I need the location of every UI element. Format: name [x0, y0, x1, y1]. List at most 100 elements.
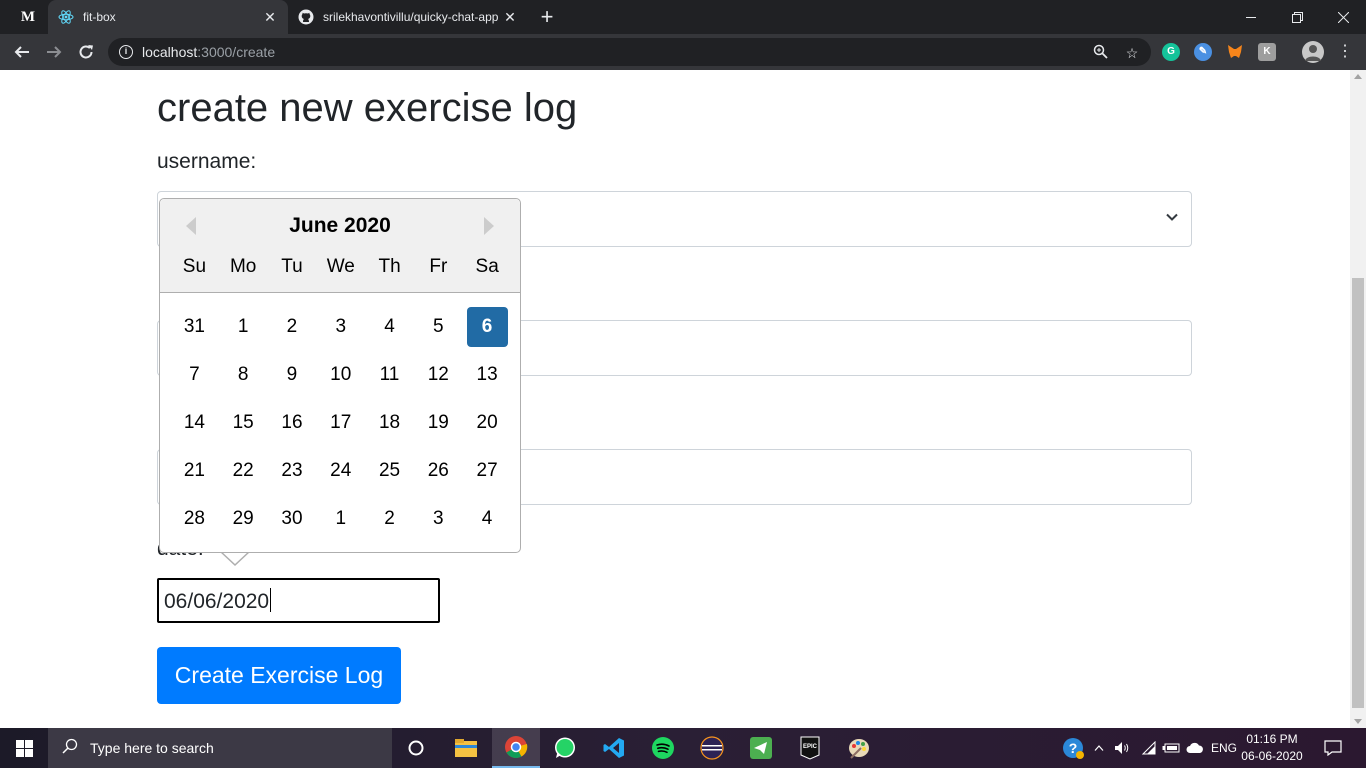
windows-logo-icon: [15, 739, 33, 757]
calendar-day[interactable]: 15: [223, 403, 264, 443]
page-scrollbar[interactable]: [1350, 70, 1366, 728]
notifications-icon[interactable]: [1320, 728, 1346, 768]
input-language[interactable]: ENG: [1208, 728, 1240, 768]
info-icon[interactable]: i: [119, 45, 133, 59]
battery-icon[interactable]: [1160, 728, 1182, 768]
calendar-day[interactable]: 3: [418, 499, 459, 539]
calendar-day[interactable]: 17: [320, 403, 361, 443]
chrome-taskbar-button[interactable]: [492, 728, 540, 768]
calendar-day[interactable]: 18: [369, 403, 410, 443]
calendar-day[interactable]: 21: [174, 451, 215, 491]
url-text: localhost:3000/create: [142, 44, 276, 60]
extension-k-icon[interactable]: K: [1258, 43, 1276, 61]
bookmark-star-icon[interactable]: ☆: [1123, 44, 1141, 62]
calendar-day[interactable]: 27: [467, 451, 508, 491]
epic-games-taskbar-button[interactable]: EPIC: [786, 728, 834, 768]
spotify-taskbar-button[interactable]: [639, 728, 687, 768]
telegram-taskbar-button[interactable]: [737, 728, 785, 768]
back-button[interactable]: [10, 40, 34, 64]
address-bar[interactable]: i localhost:3000/create ☆: [108, 38, 1151, 66]
tab-fit-box[interactable]: fit-box ✕: [48, 0, 288, 34]
create-exercise-log-button[interactable]: Create Exercise Log: [157, 647, 401, 704]
calendar-day[interactable]: 3: [320, 307, 361, 347]
calendar-day[interactable]: 24: [320, 451, 361, 491]
next-month-icon[interactable]: [484, 217, 494, 235]
calendar-day[interactable]: 25: [369, 451, 410, 491]
spotify-icon: [652, 737, 674, 759]
weekday-label: Fr: [429, 256, 448, 277]
calendar-day[interactable]: 22: [223, 451, 264, 491]
reload-button[interactable]: [74, 40, 98, 64]
profile-avatar[interactable]: [1302, 41, 1324, 63]
scrollbar-thumb[interactable]: [1352, 278, 1364, 708]
calendar-day[interactable]: 19: [418, 403, 459, 443]
calendar-day[interactable]: 26: [418, 451, 459, 491]
start-button[interactable]: [0, 728, 48, 768]
calendar-day[interactable]: 30: [271, 499, 312, 539]
weekday-label: Su: [182, 256, 207, 277]
calendar-day[interactable]: 12: [418, 355, 459, 395]
restore-button[interactable]: [1274, 0, 1320, 34]
zoom-icon[interactable]: [1091, 44, 1109, 62]
date-input[interactable]: 06/06/2020: [157, 578, 440, 623]
volume-icon[interactable]: [1112, 728, 1134, 768]
pencil-extension-icon[interactable]: ✎: [1194, 43, 1212, 61]
calendar-day[interactable]: 31: [174, 307, 215, 347]
weekday-label: We: [326, 256, 355, 277]
calendar-day[interactable]: 2: [271, 307, 312, 347]
wifi-icon[interactable]: [1138, 728, 1160, 768]
help-tray-icon[interactable]: ?: [1060, 728, 1086, 768]
calendar-day-selected[interactable]: 6: [466, 307, 508, 347]
calendar-day[interactable]: 29: [223, 499, 264, 539]
calendar-day[interactable]: 14: [174, 403, 215, 443]
forward-button[interactable]: [42, 40, 66, 64]
tab-github[interactable]: srilekhavontivillu/quicky-chat-app ✕: [288, 0, 528, 34]
pinned-tab-medium[interactable]: M: [8, 0, 48, 34]
calendar-day[interactable]: 5: [418, 307, 459, 347]
vscode-taskbar-button[interactable]: [590, 728, 638, 768]
metamask-extension-icon[interactable]: [1226, 43, 1244, 61]
scroll-down-icon[interactable]: [1354, 719, 1362, 724]
file-explorer-button[interactable]: [442, 728, 490, 768]
calendar-day[interactable]: 1: [320, 499, 361, 539]
calendar-day[interactable]: 7: [174, 355, 215, 395]
calendar-day[interactable]: 13: [467, 355, 508, 395]
calendar-day[interactable]: 10: [320, 355, 361, 395]
taskbar-clock[interactable]: 01:16 PM 06-06-2020: [1238, 731, 1306, 765]
calendar-day[interactable]: 28: [174, 499, 215, 539]
windows-taskbar: Type here to search EPIC ? ENG 01:16 PM …: [0, 728, 1366, 768]
whatsapp-taskbar-button[interactable]: [541, 728, 589, 768]
eclipse-taskbar-button[interactable]: [688, 728, 736, 768]
calendar-day[interactable]: 1: [223, 307, 264, 347]
calendar-day[interactable]: 16: [271, 403, 312, 443]
grammarly-extension-icon[interactable]: G: [1162, 43, 1180, 61]
clock-date: 06-06-2020: [1241, 749, 1303, 763]
close-window-button[interactable]: [1320, 0, 1366, 34]
chrome-menu-icon[interactable]: ⋮: [1336, 43, 1354, 61]
text-caret: [270, 588, 272, 612]
task-view-button[interactable]: [392, 728, 440, 768]
scroll-up-icon[interactable]: [1354, 74, 1362, 79]
calendar-day[interactable]: 9: [271, 355, 312, 395]
show-hidden-icons-icon[interactable]: [1090, 728, 1108, 768]
taskbar-search-box[interactable]: Type here to search: [48, 728, 392, 768]
calendar-week-row: 21 22 23 24 25 26 27: [170, 451, 512, 499]
calendar-day[interactable]: 23: [271, 451, 312, 491]
onedrive-icon[interactable]: [1184, 728, 1206, 768]
arrow-left-icon: [14, 46, 29, 58]
calendar-day[interactable]: 20: [467, 403, 508, 443]
minimize-button[interactable]: [1228, 0, 1274, 34]
calendar-day[interactable]: 4: [369, 307, 410, 347]
calendar-day[interactable]: 11: [369, 355, 410, 395]
calendar-day[interactable]: 4: [467, 499, 508, 539]
weekday-label: Sa: [475, 256, 499, 277]
chevron-down-icon: [1166, 213, 1178, 221]
search-icon: [62, 738, 82, 758]
close-tab-icon[interactable]: ✕: [500, 9, 520, 26]
new-tab-button[interactable]: +: [536, 4, 558, 30]
calendar-day[interactable]: 2: [369, 499, 410, 539]
close-tab-icon[interactable]: ✕: [260, 9, 280, 26]
calendar-day[interactable]: 8: [223, 355, 264, 395]
paint-taskbar-button[interactable]: [835, 728, 883, 768]
whatsapp-icon: [555, 737, 575, 758]
